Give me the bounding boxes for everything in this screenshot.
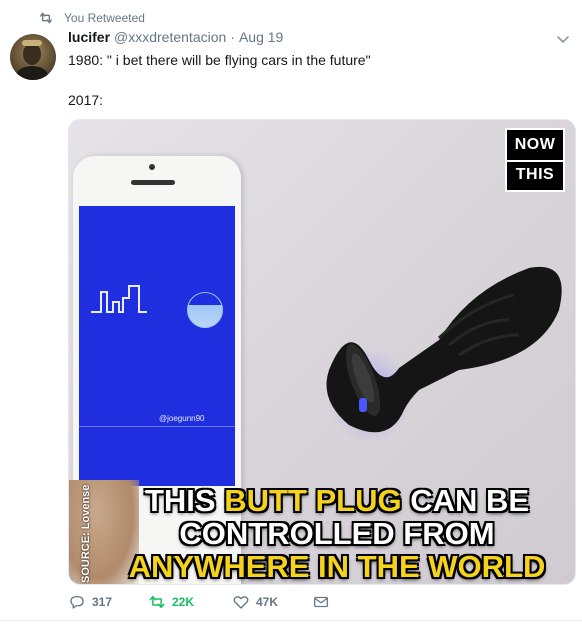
tweet-text: 1980: " i bet there will be flying cars … — [68, 52, 371, 108]
like-button[interactable]: 47K — [232, 593, 312, 611]
nowthis-logo: NOW THIS — [505, 128, 565, 192]
caption-line-1: THIS BUTT PLUG CAN BE — [99, 484, 575, 517]
source-credit-text: SOURCE: Lovense — [80, 484, 92, 583]
tweet-media[interactable]: @joegunn90 NOW THIS SOURCE: Lovense THIS… — [68, 119, 576, 585]
author-name[interactable]: lucifer — [68, 29, 110, 45]
phone-camera — [149, 164, 155, 170]
caption-highlight-1: BUTT PLUG — [224, 483, 402, 518]
phone-screen-credit: @joegunn90 — [159, 414, 205, 423]
like-count: 47K — [256, 595, 279, 609]
tweet-date[interactable]: Aug 19 — [239, 29, 283, 45]
tweet-actions: 317 22K 47K — [68, 592, 330, 612]
reply-button[interactable]: 317 — [68, 593, 148, 611]
retweet-context: You Retweeted — [38, 10, 145, 26]
device-image — [326, 266, 562, 433]
caption-part-1: THIS — [144, 483, 225, 518]
source-credit: SOURCE: Lovense — [73, 484, 93, 584]
phone-screen: @joegunn90 — [79, 206, 235, 486]
retweet-button[interactable]: 22K — [148, 593, 232, 611]
tweet-header: lucifer @xxxdretentacion · Aug 19 — [68, 29, 542, 47]
reply-icon — [70, 596, 84, 609]
retweet-icon — [40, 12, 52, 24]
avatar-image — [16, 40, 48, 80]
envelope-icon — [313, 596, 329, 608]
caption-line-3: ANYWHERE IN THE WORLD — [128, 549, 546, 584]
author-handle[interactable]: @xxxdretentacion — [114, 29, 226, 45]
tweet-divider — [0, 620, 582, 621]
caption-line-2: CONTROLLED FROM — [179, 516, 495, 551]
intensity-dial — [187, 292, 223, 328]
retweet-context-label: You Retweeted — [64, 11, 145, 25]
direct-message-button[interactable] — [312, 593, 330, 611]
header-separator: · — [230, 29, 235, 45]
logo-divider — [507, 160, 563, 162]
retweet-count: 22K — [172, 595, 195, 609]
screen-divider — [79, 426, 235, 427]
chevron-down-icon[interactable] — [556, 32, 570, 46]
phone-status-bar — [79, 206, 235, 218]
caption-part-2: CAN BE — [401, 483, 530, 518]
logo-line-now: NOW — [514, 136, 556, 153]
retweet-icon — [149, 596, 165, 608]
reply-count: 317 — [92, 595, 113, 609]
avatar[interactable] — [10, 34, 56, 80]
waveform-graphic — [91, 285, 147, 313]
phone-speaker — [131, 180, 175, 185]
tweet-card[interactable]: You Retweeted lucifer @xxxdretentacion ·… — [0, 0, 582, 624]
video-caption: THIS BUTT PLUG CAN BE CONTROLLED FROM AN… — [99, 484, 575, 583]
heart-icon — [233, 596, 249, 609]
logo-line-this: THIS — [515, 166, 555, 183]
